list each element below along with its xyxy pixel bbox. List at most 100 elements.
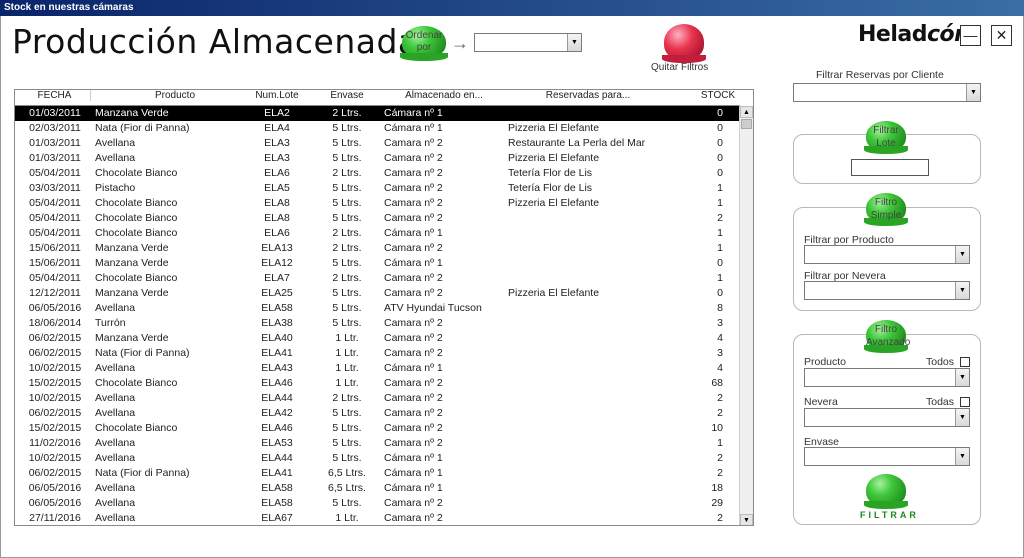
table-row[interactable]: 06/05/2016 Avellana ELA58 5 Ltrs. ATV Hyunda… — [15, 301, 740, 316]
table-row[interactable]: 27/11/2016 Avellana ELA67 1 Ltr. Camara nº 2… — [15, 511, 740, 525]
adv-fridge-all-label: Todas — [926, 396, 955, 408]
table-row[interactable]: 05/04/2011 Chocolate Bianco ELA8 5 Ltrs. Cam… — [15, 196, 740, 211]
adv-fridge-label: Nevera — [804, 396, 838, 408]
cell-envase: 5 Ltrs. — [332, 407, 362, 419]
table-row[interactable]: 05/04/2011 Chocolate Bianco ELA6 2 Ltrs. Cam… — [15, 166, 740, 181]
adv-container-select[interactable]: ▼ — [804, 447, 970, 466]
col-producto[interactable]: Producto — [95, 90, 255, 101]
chevron-down-icon[interactable]: ▼ — [955, 369, 969, 386]
cell-fecha: 01/03/2011 — [29, 152, 81, 164]
sort-by-select[interactable]: ▼ — [474, 33, 582, 52]
col-lote[interactable]: Num.Lote — [245, 90, 309, 101]
col-reservadas[interactable]: Reservadas para... — [508, 90, 668, 101]
table-row[interactable]: 06/02/2015 Avellana ELA42 5 Ltrs. Camara nº … — [15, 406, 740, 421]
table-row[interactable]: 15/06/2011 Manzana Verde ELA12 5 Ltrs. Cámar… — [15, 256, 740, 271]
table-row[interactable]: 05/04/2011 Chocolate Bianco ELA7 2 Ltrs. Cam… — [15, 271, 740, 286]
col-envase[interactable]: Envase — [315, 90, 379, 101]
cell-envase: 6,5 Ltrs. — [328, 467, 366, 479]
table-row[interactable]: 18/06/2014 Turrón ELA38 5 Ltrs. Camara nº 2 3 — [15, 316, 740, 331]
adv-product-all-label: Todos — [926, 356, 955, 368]
cell-producto: Manzana Verde — [95, 242, 169, 254]
chevron-down-icon[interactable]: ▼ — [966, 84, 980, 101]
cell-stock: 2 — [717, 467, 723, 479]
cell-almacenado: Camara nº 2 — [384, 377, 443, 389]
table-row[interactable]: 06/02/2015 Manzana Verde ELA40 1 Ltr. Camara… — [15, 331, 740, 346]
cell-almacenado: Camara nº 2 — [384, 407, 443, 419]
table-row[interactable]: 05/04/2011 Chocolate Bianco ELA8 5 Ltrs. Cam… — [15, 211, 740, 226]
cell-reservadas: Tetería Flor de Lis — [508, 167, 593, 179]
clear-filters-button[interactable] — [662, 24, 706, 63]
table-row[interactable]: 10/02/2015 Avellana ELA44 2 Ltrs. Camara nº … — [15, 391, 740, 406]
minimize-button[interactable]: — — [960, 25, 981, 46]
table-row[interactable]: 10/02/2015 Avellana ELA43 1 Ltr. Cámara nº 1… — [15, 361, 740, 376]
close-button[interactable]: ✕ — [991, 25, 1012, 46]
cell-envase: 2 Ltrs. — [332, 107, 362, 119]
adv-product-all-checkbox[interactable] — [960, 357, 970, 367]
col-stock[interactable]: STOCK — [698, 90, 738, 101]
cell-producto: Chocolate Bianco — [95, 227, 178, 239]
table-row[interactable]: 02/03/2011 Nata (Fior di Panna) ELA4 5 Ltrs… — [15, 121, 740, 136]
table-row[interactable]: 06/02/2015 Nata (Fior di Panna) ELA41 1 Ltr… — [15, 346, 740, 361]
scroll-up-icon[interactable]: ▲ — [740, 106, 753, 118]
cell-lote: ELA41 — [261, 467, 293, 479]
sort-button[interactable]: Ordenar por — [400, 26, 448, 61]
cell-lote: ELA13 — [261, 242, 293, 254]
table-row[interactable]: 06/05/2016 Avellana ELA58 6,5 Ltrs. Cámara n… — [15, 481, 740, 496]
table-row[interactable]: 01/03/2011 Manzana Verde ELA2 2 Ltrs. Cámara… — [15, 106, 740, 121]
cell-producto: Avellana — [95, 362, 136, 374]
cell-lote: ELA58 — [261, 482, 293, 494]
cell-fecha: 12/12/2011 — [29, 287, 81, 299]
cell-reservadas: Tetería Flor de Lis — [508, 182, 593, 194]
chevron-down-icon[interactable]: ▼ — [955, 282, 969, 299]
table-row[interactable]: 01/03/2011 Avellana ELA3 5 Ltrs. Camara nº 2… — [15, 151, 740, 166]
cell-producto: Avellana — [95, 302, 136, 314]
apply-filter-label[interactable]: FILTRAR — [860, 510, 919, 520]
cell-fecha: 06/02/2015 — [28, 347, 82, 359]
col-fecha[interactable]: FECHA — [19, 90, 91, 101]
chevron-down-icon[interactable]: ▼ — [567, 34, 581, 51]
scroll-thumb[interactable] — [741, 119, 752, 129]
cell-lote: ELA5 — [264, 182, 290, 194]
table-row[interactable]: 10/02/2015 Avellana ELA44 5 Ltrs. Cámara nº … — [15, 451, 740, 466]
adv-fridge-all-checkbox[interactable] — [960, 397, 970, 407]
stock-table[interactable]: FECHA Producto Num.Lote Envase Almacenad… — [14, 89, 754, 526]
table-row[interactable]: 03/03/2011 Pistacho ELA5 5 Ltrs. Camara nº 2… — [15, 181, 740, 196]
table-row[interactable]: 01/03/2011 Avellana ELA3 5 Ltrs. Camara nº 2… — [15, 136, 740, 151]
table-row[interactable]: 05/04/2011 Chocolate Bianco ELA6 2 Ltrs. Cám… — [15, 226, 740, 241]
cell-almacenado: Camara nº 2 — [384, 287, 443, 299]
adv-fridge-select[interactable]: ▼ — [804, 408, 970, 427]
lote-input[interactable] — [851, 159, 929, 176]
cell-envase: 5 Ltrs. — [332, 452, 362, 464]
cell-fecha: 01/03/2011 — [29, 107, 81, 119]
col-almacenado[interactable]: Almacenado en... — [384, 90, 504, 101]
cell-almacenado: Cámara nº 1 — [384, 227, 443, 239]
cell-stock: 0 — [717, 137, 723, 149]
table-row[interactable]: 12/12/2011 Manzana Verde ELA25 5 Ltrs. Camar… — [15, 286, 740, 301]
table-row[interactable]: 15/02/2015 Chocolate Bianco ELA46 1 Ltr. Cam… — [15, 376, 740, 391]
cell-envase: 6,5 Ltrs. — [328, 482, 366, 494]
chevron-down-icon[interactable]: ▼ — [955, 409, 969, 426]
lote-filter-button[interactable]: Filtrar Lote — [864, 121, 908, 154]
cell-fecha: 05/04/2011 — [29, 272, 81, 284]
table-row[interactable]: 11/02/2016 Avellana ELA53 5 Ltrs. Camara nº … — [15, 436, 740, 451]
client-filter-select[interactable]: ▼ — [793, 83, 981, 102]
vertical-scrollbar[interactable]: ▲ ▼ — [739, 106, 753, 525]
cell-producto: Manzana Verde — [95, 107, 169, 119]
scroll-down-icon[interactable]: ▼ — [740, 514, 753, 525]
cell-envase: 5 Ltrs. — [332, 212, 362, 224]
table-row[interactable]: 06/02/2015 Nata (Fior di Panna) ELA41 6,5 L… — [15, 466, 740, 481]
cell-producto: Avellana — [95, 152, 136, 164]
chevron-down-icon[interactable]: ▼ — [955, 448, 969, 465]
cell-stock: 0 — [717, 107, 723, 119]
simple-fridge-select[interactable]: ▼ — [804, 281, 970, 300]
advanced-label-line1: Filtro — [874, 324, 898, 335]
cell-producto: Chocolate Bianco — [95, 197, 178, 209]
adv-product-select[interactable]: ▼ — [804, 368, 970, 387]
simple-product-select[interactable]: ▼ — [804, 245, 970, 264]
simple-filter-button[interactable]: Filtro Simple — [864, 193, 908, 226]
chevron-down-icon[interactable]: ▼ — [955, 246, 969, 263]
table-row[interactable]: 15/02/2015 Chocolate Bianco ELA46 5 Ltrs. Ca… — [15, 421, 740, 436]
apply-filter-button[interactable] — [864, 474, 908, 509]
table-row[interactable]: 06/05/2016 Avellana ELA58 5 Ltrs. Camara nº … — [15, 496, 740, 511]
table-row[interactable]: 15/06/2011 Manzana Verde ELA13 2 Ltrs. Camar… — [15, 241, 740, 256]
